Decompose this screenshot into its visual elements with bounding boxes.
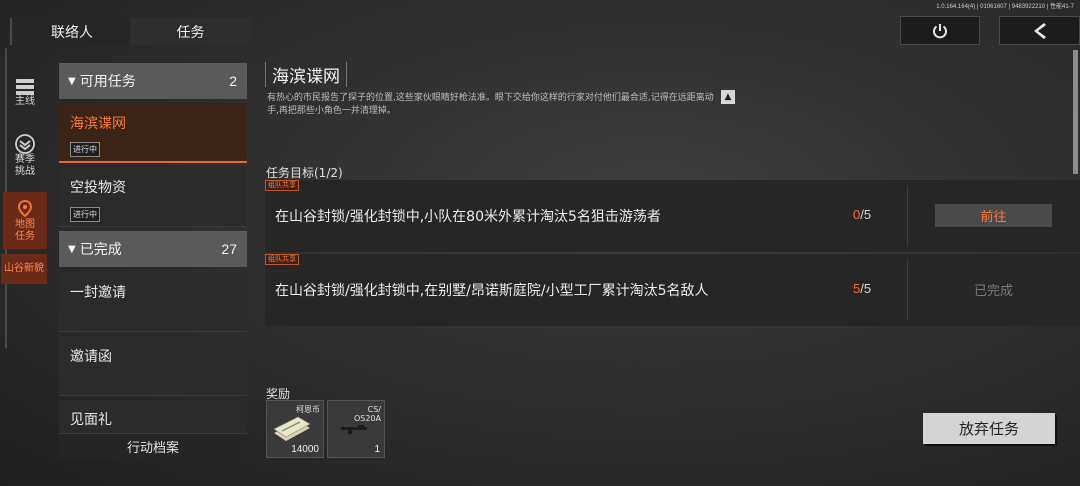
- reward-qty: 14000: [291, 444, 319, 455]
- group-available-label: 可用任务: [79, 74, 136, 90]
- objective-progress: 5/5: [853, 281, 871, 296]
- arrow-left-icon: [1033, 22, 1046, 39]
- back-button[interactable]: [999, 16, 1080, 45]
- list-item[interactable]: 海滨谍网 进行中: [59, 103, 247, 163]
- status-badge: 进行中: [70, 142, 100, 157]
- status-badge: 进行中: [70, 207, 100, 222]
- item-title: 海滨谍网: [70, 116, 126, 132]
- divider: [907, 186, 908, 246]
- rail-label-main: 主线: [15, 95, 35, 107]
- item-title: 一封邀请: [70, 285, 126, 301]
- map-pin-icon: [18, 199, 32, 217]
- caret-up-icon: ▲: [724, 92, 732, 102]
- reward-name: 柯恩币: [296, 405, 320, 414]
- triangle-down-icon: ▼: [68, 75, 76, 87]
- group-available-count: 2: [229, 73, 237, 89]
- objectives-label: 任务目标(1/2): [266, 166, 343, 180]
- rail-main-story[interactable]: 主线: [3, 65, 47, 120]
- rail-valley-new[interactable]: 山谷新貌: [1, 254, 47, 284]
- item-title: 见面礼: [70, 412, 112, 428]
- list-icon: [16, 78, 34, 95]
- abandon-mission-button[interactable]: 放弃任务: [923, 413, 1055, 444]
- list-item[interactable]: 一封邀请: [59, 272, 247, 332]
- completed-status: 已完成: [973, 284, 1013, 299]
- power-button[interactable]: [900, 16, 980, 45]
- rail-map-missions[interactable]: 地图 任务: [3, 192, 47, 249]
- chevron-badge-icon: [15, 134, 35, 154]
- progress-total: /5: [860, 281, 872, 296]
- team-share-tag: 组队共享: [265, 254, 299, 265]
- go-button[interactable]: 前往: [935, 204, 1052, 227]
- reward-name: CS/ OS20A: [353, 405, 381, 423]
- list-item[interactable]: 邀请函: [59, 336, 247, 396]
- group-completed-header[interactable]: ▼ 已完成 27: [59, 231, 247, 267]
- reward-item-currency[interactable]: 柯恩币 14000: [266, 400, 324, 458]
- group-completed-label: 已完成: [79, 242, 122, 258]
- list-item[interactable]: 见面礼: [59, 400, 247, 434]
- reward-item-weapon[interactable]: CS/ OS20A 1: [327, 400, 385, 458]
- tab-missions[interactable]: 任务: [130, 18, 251, 45]
- objective-text: 在山谷封锁/强化封锁中,小队在80米外累计淘汰5名狙击游荡者: [275, 209, 661, 225]
- version-info: 1.0.164.164(4) | 01061607 | 9483922210 |…: [936, 4, 1074, 10]
- mission-description: 有热心的市民报告了探子的位置,这些家伙眼睛好枪法准。眼下交给你这样的行家对付他们…: [267, 93, 714, 116]
- triangle-down-icon: ▼: [68, 243, 76, 255]
- tab-action-archive[interactable]: 行动档案: [59, 434, 247, 458]
- scrollbar[interactable]: [1073, 50, 1078, 174]
- cash-stack-icon: [273, 416, 311, 441]
- team-share-tag: 组队共享: [265, 180, 299, 191]
- rail-label-valley: 山谷新貌: [4, 263, 44, 274]
- group-completed-count: 27: [221, 241, 237, 257]
- tab-contacts[interactable]: 联络人: [10, 18, 132, 45]
- item-title: 空投物资: [70, 180, 126, 196]
- item-title: 邀请函: [70, 349, 112, 365]
- divider: [907, 260, 908, 320]
- progress-total: /5: [860, 207, 872, 222]
- collapse-button[interactable]: ▲: [721, 90, 735, 104]
- rail-label-season: 赛季 挑战: [15, 154, 35, 177]
- list-item[interactable]: 空投物资 进行中: [59, 167, 247, 227]
- power-icon: [933, 23, 947, 38]
- objective-row: 组队共享 在山谷封锁/强化封锁中,小队在80米外累计淘汰5名狙击游荡者 0/5 …: [265, 180, 1080, 252]
- objective-progress: 0/5: [853, 207, 871, 222]
- objective-text: 在山谷封锁/强化封锁中,在别墅/昂诺斯庭院/小型工厂累计淘汰5名敌人: [275, 283, 709, 299]
- rail-season-challenge[interactable]: 赛季 挑战: [3, 126, 47, 186]
- rail-label-map: 地图 任务: [15, 218, 35, 242]
- objective-row: 组队共享 在山谷封锁/强化封锁中,在别墅/昂诺斯庭院/小型工厂累计淘汰5名敌人 …: [265, 254, 1080, 326]
- group-available-header[interactable]: ▼ 可用任务 2: [59, 63, 247, 99]
- reward-qty: 1: [374, 444, 380, 455]
- rifle-icon: [341, 425, 367, 434]
- mission-title: 海滨谍网: [265, 62, 347, 87]
